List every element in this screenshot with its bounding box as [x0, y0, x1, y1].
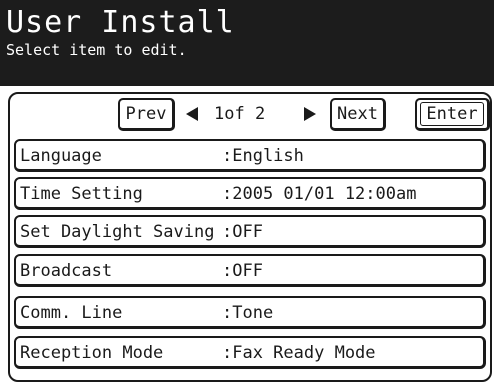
setting-row-reception-mode[interactable]: Reception Mode :Fax Ready Mode	[14, 336, 486, 369]
left-triangle-icon[interactable]	[186, 107, 198, 121]
setting-value: :Tone	[222, 303, 274, 323]
prev-button[interactable]: Prev	[118, 98, 175, 131]
pagination-bar: Prev 1of 2 Next Enter	[0, 96, 494, 136]
setting-label: Reception Mode	[20, 343, 164, 363]
screen-instruction: Select item to edit.	[6, 41, 187, 59]
next-button[interactable]: Next	[330, 98, 386, 131]
setting-label: Set Daylight Saving	[20, 222, 215, 242]
page-indicator: 1of 2	[214, 104, 266, 124]
setting-value: :OFF	[222, 261, 263, 281]
setting-value: :English	[222, 146, 304, 166]
setting-row-daylight-saving[interactable]: Set Daylight Saving :OFF	[14, 215, 486, 248]
setting-label: Broadcast	[20, 261, 113, 281]
setting-value: :OFF	[222, 222, 263, 242]
setting-row-broadcast[interactable]: Broadcast :OFF	[14, 254, 486, 287]
screen-title: User Install	[6, 5, 235, 40]
setting-row-time-setting[interactable]: Time Setting :2005 01/01 12:00am	[14, 177, 486, 210]
setting-value: :2005 01/01 12:00am	[222, 184, 417, 204]
setting-label: Language	[20, 146, 102, 166]
setting-label: Comm. Line	[20, 303, 123, 323]
header-bar: User Install Select item to edit.	[0, 0, 494, 86]
right-triangle-icon[interactable]	[304, 107, 316, 121]
setting-value: :Fax Ready Mode	[222, 343, 376, 363]
enter-button-label: Enter	[420, 102, 484, 126]
setting-label: Time Setting	[20, 184, 143, 204]
setting-row-comm-line[interactable]: Comm. Line :Tone	[14, 296, 486, 329]
setting-row-language[interactable]: Language :English	[14, 139, 486, 172]
enter-button[interactable]: Enter	[415, 98, 490, 131]
